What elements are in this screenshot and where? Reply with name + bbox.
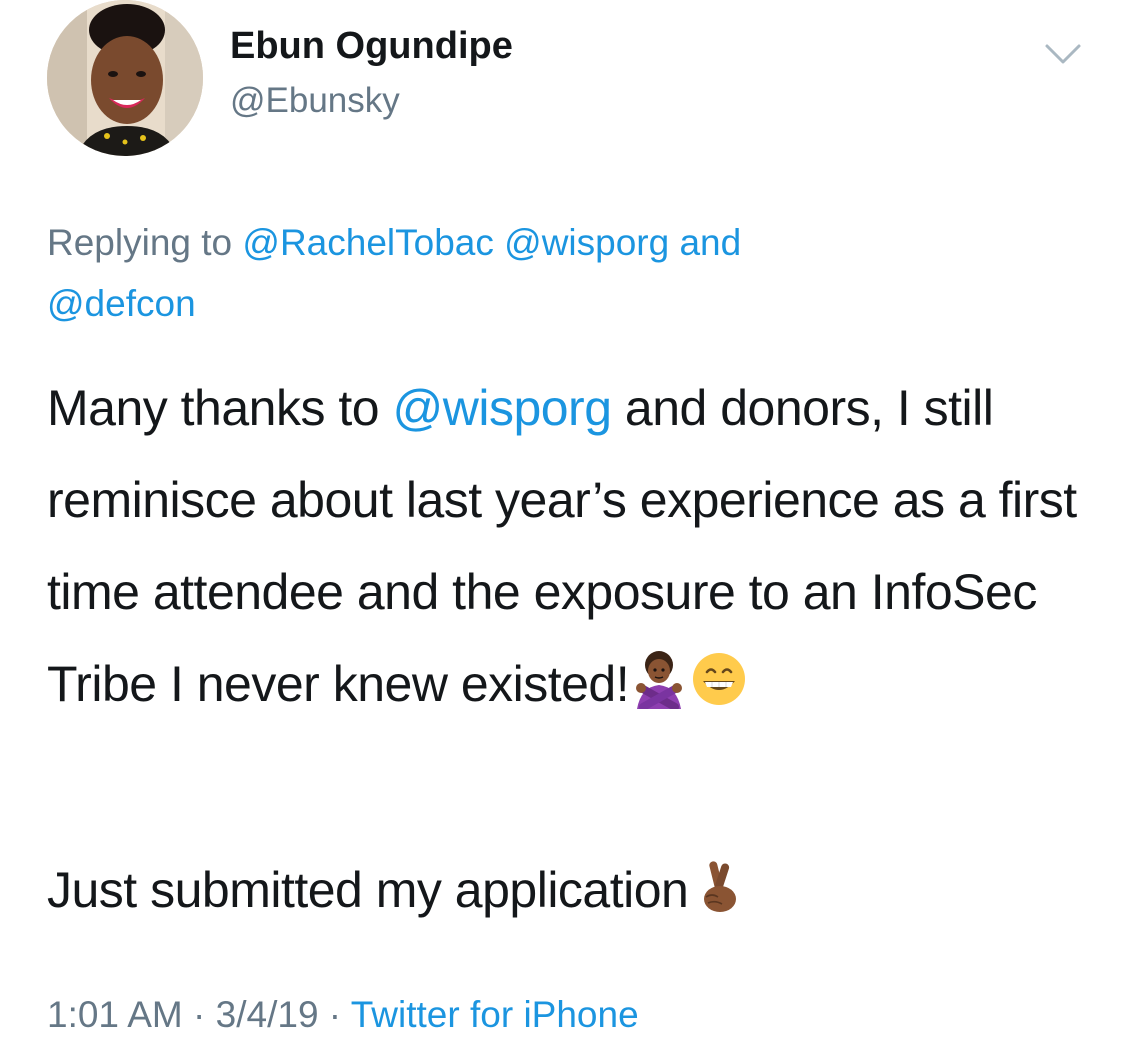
woman-gesturing-no-icon bbox=[629, 646, 689, 711]
crossed-fingers-icon bbox=[688, 852, 748, 912]
tweet-text-line2: Just submitted my application bbox=[47, 844, 1107, 936]
avatar-image bbox=[47, 0, 203, 156]
tweet-text-part: Just submitted my application bbox=[47, 862, 689, 918]
reply-prefix: Replying to bbox=[47, 222, 243, 263]
mention-link-racheltobac[interactable]: @RachelTobac bbox=[242, 222, 493, 263]
mention-link-wisporg-body[interactable]: @wisporg bbox=[392, 380, 612, 436]
display-name[interactable]: Ebun Ogundipe bbox=[230, 24, 513, 68]
tweet-time[interactable]: 1:01 AM bbox=[47, 994, 183, 1035]
grinning-face-icon bbox=[689, 646, 749, 706]
tweet-meta: 1:01 AM · 3/4/19 · Twitter for iPhone bbox=[47, 990, 639, 1040]
avatar[interactable] bbox=[47, 0, 203, 156]
tweet-text: Many thanks to @wisporg and donors, I st… bbox=[47, 362, 1107, 730]
tweet-source-link[interactable]: Twitter for iPhone bbox=[351, 994, 639, 1035]
mention-link-wisporg[interactable]: @wisporg bbox=[504, 222, 669, 263]
tweet-text-part: Many thanks to bbox=[47, 380, 393, 436]
meta-separator: · bbox=[318, 994, 351, 1035]
reply-context: Replying to @RachelTobac @wisporg and @de… bbox=[47, 212, 1087, 334]
tweet-date[interactable]: 3/4/19 bbox=[216, 994, 319, 1035]
chevron-down-icon[interactable] bbox=[1044, 42, 1082, 66]
meta-separator: · bbox=[182, 994, 216, 1035]
user-handle[interactable]: @Ebunsky bbox=[230, 80, 400, 122]
reply-joiner[interactable]: and bbox=[669, 222, 741, 263]
mention-link-defcon[interactable]: @defcon bbox=[47, 283, 196, 324]
